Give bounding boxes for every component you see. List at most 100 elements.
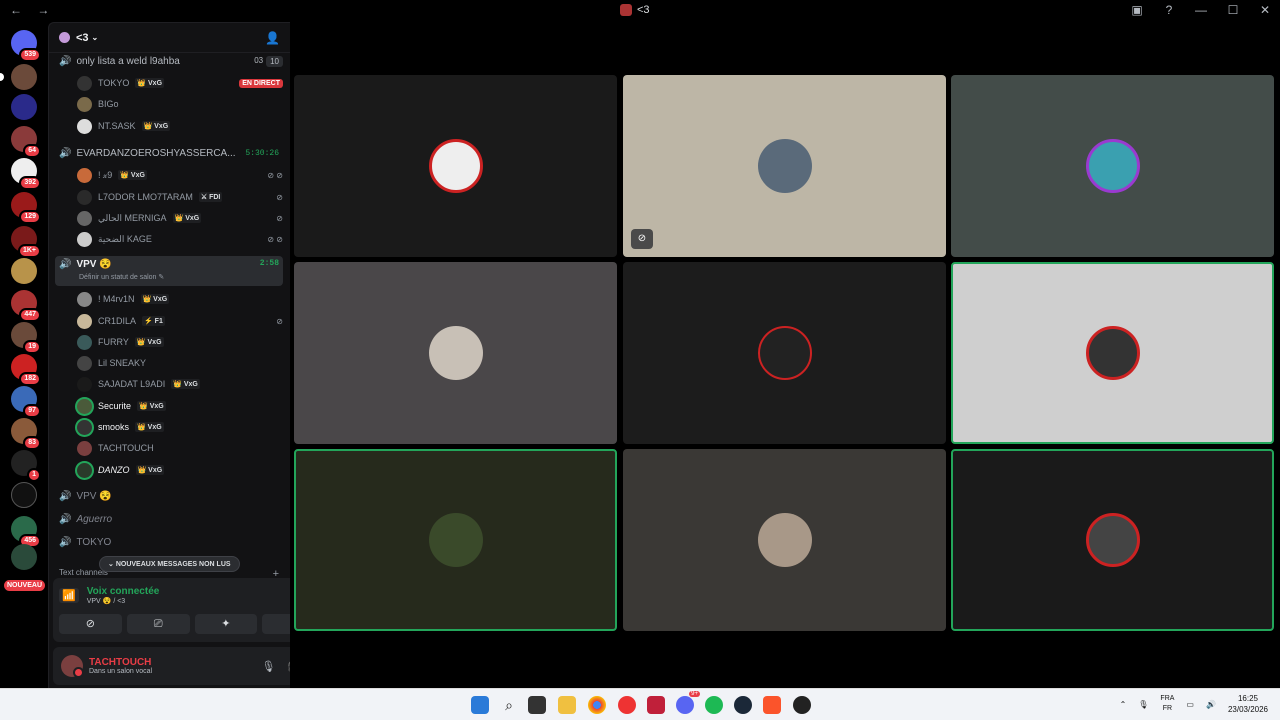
participant-tile[interactable] [623, 449, 946, 631]
voice-channel-active[interactable]: 🔊 VPV 😵 2:58 Définir un statut de salon … [55, 256, 283, 286]
connection-location[interactable]: VPV 😵 / <3 [87, 597, 160, 605]
voice-member[interactable]: الحالي MERNIGA 👑 VxG ⊘ [77, 208, 283, 228]
member-tag: 👑 VxG [118, 170, 147, 180]
participant-tile[interactable] [294, 75, 617, 257]
help-icon[interactable]: ? [1162, 3, 1176, 17]
member-name: ! M4rv1N [98, 294, 135, 304]
camera-off-button[interactable]: ⊘ [59, 614, 122, 634]
voice-member[interactable]: TOKYO 👑 VxG EN DIRECT [77, 73, 283, 93]
app-icon[interactable] [618, 696, 636, 714]
maximize-icon[interactable]: ☐ [1226, 3, 1240, 17]
voice-channel[interactable]: 🔊 only lista a weld l9ahba 03 10 [55, 51, 283, 71]
server-badge: 182 [19, 372, 41, 386]
participant-tile[interactable]: ⊘ [623, 75, 946, 257]
voice-member[interactable]: ! 𝓍9 👑 VxG ⊘ ⊘ [77, 165, 283, 185]
search-icon[interactable]: ⌕ [500, 696, 518, 714]
server-item[interactable]: 64 [11, 126, 41, 158]
microphone-icon[interactable]: 🎙 [1138, 700, 1148, 709]
member-name: smooks [98, 422, 130, 432]
server-item[interactable] [11, 94, 37, 120]
member-tag: 👑 VxG [141, 121, 171, 131]
server-item[interactable]: 129 [11, 192, 41, 224]
voice-channel[interactable]: 🔊 VPV 😵 [55, 486, 283, 506]
server-item[interactable]: 447 [11, 290, 41, 322]
voice-member[interactable]: الضحية KAGE ⊘ ⊘ [77, 229, 283, 249]
voice-member-speaking[interactable]: DANZO 👑 VxG [77, 460, 283, 480]
steam-icon[interactable] [734, 696, 752, 714]
user-avatar[interactable] [61, 655, 84, 678]
volume-icon[interactable]: 🔊 [1206, 700, 1216, 709]
chevron-up-icon[interactable]: ⌃ [1120, 700, 1127, 709]
spotify-icon[interactable] [705, 696, 723, 714]
member-tag: ⚔ FDI [198, 192, 223, 202]
clock-date: 23/03/2026 [1227, 705, 1268, 714]
lang-top: FRA [1160, 695, 1175, 702]
voice-member[interactable]: SAJADAT L9ADI 👑 VxG [77, 374, 283, 394]
voice-member[interactable]: ! M4rv1N 👑 VxG [77, 289, 283, 309]
start-icon[interactable] [471, 696, 489, 714]
participant-tile[interactable] [951, 75, 1274, 257]
server-item[interactable]: 83 [11, 418, 41, 450]
voice-member[interactable]: L7ODOR LMO7TARAM ⚔ FDI ⊘ [77, 187, 283, 207]
server-item[interactable] [11, 544, 37, 570]
connection-status[interactable]: Voix connectée [87, 586, 160, 597]
chrome-icon[interactable] [588, 696, 606, 714]
unread-pip [0, 73, 4, 81]
voice-member[interactable]: CR1DILA ⚡ F1 ⊘ [77, 311, 283, 331]
participant-avatar [757, 513, 812, 567]
member-tag: 👑 VxG [172, 213, 202, 223]
inbox-icon[interactable]: ▣ [1130, 3, 1144, 17]
guild-name: <3 [76, 31, 89, 44]
voice-member[interactable]: BIGo [77, 94, 283, 114]
participant-tile[interactable] [623, 262, 946, 444]
language-indicator[interactable]: FRA FR [1160, 694, 1174, 714]
server-item[interactable] [11, 258, 37, 284]
server-item[interactable]: 182 [11, 354, 41, 386]
file-explorer-icon[interactable] [558, 696, 576, 714]
server-item[interactable]: 1 [11, 450, 41, 482]
member-name: CR1DILA [98, 316, 137, 326]
voice-member[interactable]: Lil SNEAKY [77, 353, 283, 373]
voice-member[interactable]: TACHTOUCH [77, 438, 283, 458]
activities-button[interactable]: ✦ [194, 614, 258, 634]
add-user-icon[interactable]: 👤 [265, 31, 280, 45]
task-view-icon[interactable] [528, 696, 546, 714]
app-icon[interactable] [793, 696, 811, 714]
server-item[interactable]: 456 [11, 516, 41, 548]
server-item[interactable]: 1K+ [11, 226, 41, 258]
voice-channel[interactable]: 🔊 EVARDANZOEROSHYASSERCA... 5:30:26 [55, 143, 283, 163]
participant-tile-speaking[interactable] [951, 449, 1274, 631]
brave-icon[interactable] [763, 696, 781, 714]
avatar [77, 291, 92, 307]
voice-member-speaking[interactable]: smooks 👑 VxG [77, 417, 283, 437]
server-item[interactable]: 392 [11, 158, 41, 190]
nav-arrows[interactable]: ← → [10, 3, 55, 17]
voice-channel[interactable]: 🔊 Aguerro [55, 509, 283, 529]
system-tray: ⌃ 🎙 FRA FR ▭ 🔊 16:25 23/03/2026 [1120, 693, 1268, 715]
guild-header[interactable]: <3 ⌄ 👤 [49, 23, 290, 53]
server-item[interactable]: 19 [11, 322, 41, 354]
discord-icon[interactable]: 9+ [676, 691, 700, 714]
clock[interactable]: 16:25 23/03/2026 [1228, 693, 1268, 715]
microphone-icon[interactable]: 🎙 [261, 660, 275, 673]
server-home[interactable]: 539 [11, 30, 41, 62]
screen-share-button[interactable]: ⎚ [126, 614, 190, 634]
adobe-icon[interactable] [647, 696, 665, 714]
close-icon[interactable]: ✕ [1258, 3, 1272, 17]
voice-member[interactable]: NT.SASK 👑 VxG [77, 116, 283, 136]
participant-tile-speaking[interactable] [294, 449, 617, 631]
participant-tile[interactable] [294, 262, 617, 444]
signal-icon[interactable]: 📶 [59, 587, 79, 603]
network-icon[interactable]: ▭ [1186, 700, 1194, 709]
voice-member-speaking[interactable]: Securite 👑 VxG [77, 396, 283, 416]
participant-tile-speaking[interactable] [951, 262, 1274, 444]
minimize-icon[interactable]: — [1194, 3, 1208, 17]
voice-member[interactable]: FURRY 👑 VxG [77, 332, 283, 352]
server-item[interactable] [11, 482, 37, 508]
user-name[interactable]: TACHTOUCH [89, 657, 152, 668]
server-item[interactable] [0, 64, 37, 90]
server-item[interactable]: 97 [11, 386, 41, 418]
voice-channel[interactable]: 🔊 TOKYO [55, 532, 283, 552]
unread-messages-pill[interactable]: ⌄ NOUVEAUX MESSAGES NON LUS [99, 556, 240, 572]
channel-status[interactable]: Définir un statut de salon ✎ [79, 273, 164, 281]
